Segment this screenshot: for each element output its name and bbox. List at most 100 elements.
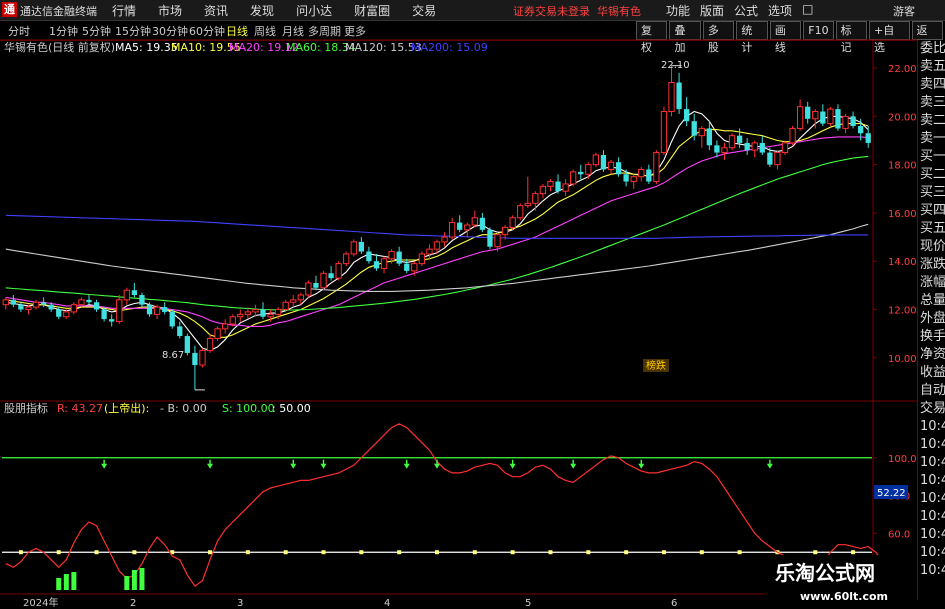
yaxis-tick-label: 20.00 [888, 112, 917, 123]
sidebar-item[interactable]: 卖二 [918, 112, 945, 130]
sidebar-item[interactable]: 总量 [918, 292, 945, 310]
candle-body [313, 282, 319, 288]
watermark-url: www.60lt.com [800, 590, 888, 603]
candle-body [396, 251, 402, 264]
sub-yaxis-tick-label: 60.0 [888, 529, 910, 540]
sell-arrow-icon [638, 459, 645, 469]
candle-body [728, 135, 736, 149]
base-dot [586, 550, 591, 555]
candle-body [380, 258, 388, 269]
xaxis-month-label: 3 [237, 598, 243, 609]
sidebar-item[interactable]: 外盘 [918, 310, 945, 328]
sidebar-item[interactable]: 买三 [918, 184, 945, 202]
candle-body [805, 106, 811, 119]
candle-body [698, 127, 705, 137]
ma-line-ma120 [5, 223, 869, 292]
indicator-layer [2, 423, 884, 590]
candle-body [139, 295, 145, 305]
sidebar-item[interactable]: 收益 [918, 364, 945, 382]
candle-body [328, 273, 334, 279]
candle-body [676, 82, 682, 110]
candle-body [343, 253, 350, 265]
sidebar-item[interactable]: 自动 [918, 382, 945, 400]
sidebar-item[interactable]: 涨幅 [918, 274, 945, 292]
kline-chart[interactable]: 22.00 20.00 18.00 16.00 14.00 12.00 10.00 100.0… [0, 0, 917, 609]
candle-body [169, 311, 175, 327]
base-dot [56, 550, 61, 555]
candle-body [796, 106, 804, 129]
sidebar-item[interactable]: 委比 [918, 40, 945, 58]
sidebar-item[interactable]: 卖五 [918, 58, 945, 76]
candle-body [812, 111, 819, 120]
candle-body [615, 162, 622, 175]
sell-arrow-icon [434, 459, 440, 469]
sell-arrow-icon [509, 459, 516, 469]
candle-body [411, 263, 418, 272]
r-line [5, 423, 884, 588]
candle-body [86, 299, 92, 303]
candle-body [706, 128, 712, 146]
candle-body [260, 309, 266, 317]
candlestick-layer [2, 65, 871, 391]
candle-body [600, 154, 607, 170]
candle-body [10, 299, 16, 305]
watermark-title: 乐淘公式网 [775, 561, 875, 585]
candle-body [744, 142, 750, 151]
candle-body [630, 176, 637, 183]
candle-body [865, 133, 871, 143]
sub-chart-title: 股朋指标 [4, 401, 48, 415]
sidebar-item[interactable]: 买四 [918, 202, 945, 220]
candle-body [109, 319, 115, 322]
sidebar-item[interactable]: 净资 [918, 346, 945, 364]
legend-s: S: 100.00 [222, 402, 275, 415]
xaxis-month-label: 6 [671, 598, 677, 609]
yaxis-tick-label: 18.00 [888, 161, 917, 172]
candle-body [177, 326, 183, 337]
candle-body [2, 299, 9, 306]
sidebar-item[interactable]: 现价 [918, 238, 945, 256]
base-dot [132, 550, 137, 555]
base-dot [359, 550, 364, 555]
candle-body [479, 217, 486, 230]
candle-body [691, 121, 697, 136]
buy-bar [124, 576, 130, 590]
sidebar-item[interactable]: 涨跌 [918, 256, 945, 274]
candle-body [418, 253, 426, 265]
candle-body [267, 313, 274, 318]
sidebar-item[interactable]: 买二 [918, 166, 945, 184]
base-dot [624, 550, 629, 555]
sidebar-item[interactable]: 买五 [918, 220, 945, 238]
yaxis-tick-label: 10.00 [888, 354, 917, 365]
sell-arrow-icon [101, 459, 108, 469]
base-dot [661, 550, 666, 555]
candle-body [214, 328, 221, 339]
base-dot [699, 550, 704, 555]
grid-layer [0, 39, 917, 595]
candle-body [290, 299, 297, 303]
candle-body [274, 309, 282, 315]
candle-body [25, 306, 32, 311]
buy-bar [131, 570, 137, 590]
candle-body [78, 299, 85, 306]
sidebar-item[interactable]: 卖三 [918, 94, 945, 112]
base-dot [813, 550, 818, 555]
candle-body [562, 183, 569, 192]
candle-body [501, 226, 509, 236]
candle-body [123, 289, 130, 301]
sidebar-item[interactable]: 卖四 [918, 76, 945, 94]
sidebar-item[interactable]: 卖一 [918, 130, 945, 148]
candle-body [457, 222, 463, 230]
sidebar-item[interactable]: 换手 [918, 328, 945, 346]
sidebar-time: 10:44 [920, 473, 945, 488]
candle-body [646, 169, 652, 182]
buy-bar [63, 574, 69, 590]
sidebar-item[interactable]: 交易 [918, 400, 945, 418]
low-price-label: 8.67 [162, 350, 184, 361]
candle-body [433, 241, 441, 250]
xaxis-month-label: 5 [525, 598, 531, 609]
candle-body [426, 248, 433, 255]
sidebar-item[interactable]: 买一 [918, 148, 945, 166]
candle-body [404, 263, 410, 271]
sidebar-time: 10:45 [920, 527, 945, 542]
candle-body [820, 111, 826, 124]
